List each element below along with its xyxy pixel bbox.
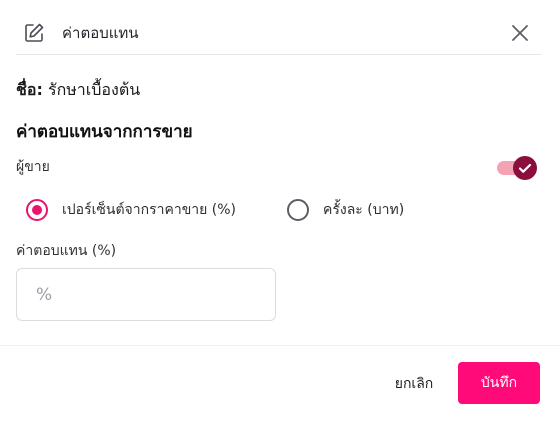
product-name: ชื่อ: รักษาเบื้องต้น [16,78,140,102]
product-name-label: ชื่อ: [16,80,43,99]
commission-field-label: ค่าตอบแทน (%) [16,243,117,259]
product-name-value: รักษาเบื้องต้น [47,80,141,99]
save-button[interactable]: บันทึก [458,362,540,404]
radio-selected-icon [26,199,48,221]
commission-dialog: ค่าตอบแทน ชื่อ: รักษาเบื้องต้น ค่าตอบแทน… [0,0,560,422]
edit-icon [25,23,44,42]
cancel-button[interactable]: ยกเลิก [384,371,444,397]
close-icon[interactable] [506,19,534,47]
dialog-title: ค่าตอบแทน [62,24,139,42]
percent-prefix: % [36,285,53,305]
radio-unselected-icon [287,199,309,221]
section-title: ค่าตอบแทนจากการขาย [16,122,193,142]
toggle-knob [513,156,537,180]
check-icon [518,163,532,173]
commission-input[interactable] [65,279,265,313]
footer-divider [0,345,560,346]
dialog-header: ค่าตอบแทน [16,12,542,55]
seller-label: ผู้ขาย [16,159,50,175]
radio-percent-of-price[interactable]: เปอร์เซ็นต์จากราคาขาย (%) [26,198,256,224]
radio-label: ครั้งละ (บาท) [323,202,405,218]
radio-label: เปอร์เซ็นต์จากราคาขาย (%) [62,202,237,218]
commission-input-box: % [16,268,276,321]
seller-toggle[interactable] [497,156,537,180]
radio-per-time-baht[interactable]: ครั้งละ (บาท) [287,198,417,224]
